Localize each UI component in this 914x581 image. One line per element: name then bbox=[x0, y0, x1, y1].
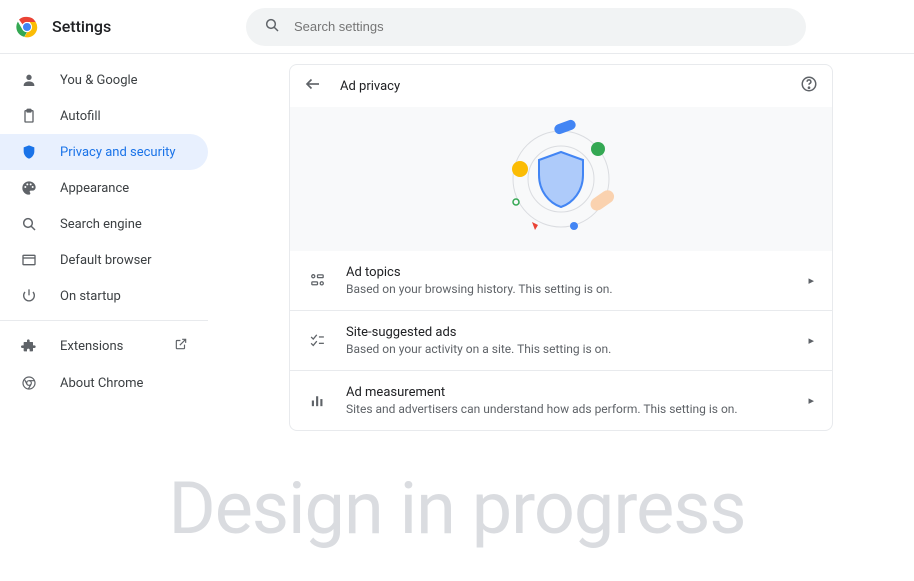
main-content: Ad privacy bbox=[208, 54, 914, 581]
topics-icon bbox=[308, 272, 326, 289]
row-ad-measurement[interactable]: Ad measurement Sites and advertisers can… bbox=[289, 371, 833, 431]
sidebar-item-search-engine[interactable]: Search engine bbox=[0, 206, 208, 242]
extension-icon bbox=[20, 338, 38, 354]
sidebar-item-appearance[interactable]: Appearance bbox=[0, 170, 208, 206]
sidebar-item-label: You & Google bbox=[60, 73, 138, 88]
card-title: Ad privacy bbox=[340, 79, 782, 94]
row-description: Based on your activity on a site. This s… bbox=[346, 342, 788, 356]
sidebar-item-default-browser[interactable]: Default browser bbox=[0, 242, 208, 278]
sidebar-item-on-startup[interactable]: On startup bbox=[0, 278, 208, 314]
help-button[interactable] bbox=[800, 75, 818, 97]
row-description: Based on your browsing history. This set… bbox=[346, 282, 788, 296]
row-text: Site-suggested ads Based on your activit… bbox=[346, 325, 788, 356]
chevron-right-icon: ▸ bbox=[808, 274, 814, 287]
search-icon bbox=[20, 216, 38, 232]
settings-card: Ad privacy bbox=[289, 64, 833, 581]
sidebar-item-label: Autofill bbox=[60, 109, 101, 124]
palette-icon bbox=[20, 180, 38, 196]
row-title: Ad measurement bbox=[346, 385, 788, 400]
row-text: Ad topics Based on your browsing history… bbox=[346, 265, 788, 296]
row-description: Sites and advertisers can understand how… bbox=[346, 402, 788, 416]
chevron-right-icon: ▸ bbox=[808, 334, 814, 347]
chevron-right-icon: ▸ bbox=[808, 394, 814, 407]
sidebar-item-label: About Chrome bbox=[60, 376, 143, 391]
chrome-logo-icon bbox=[16, 16, 38, 38]
external-link-icon bbox=[174, 337, 188, 355]
logo-title-group: Settings bbox=[16, 16, 246, 38]
page-title: Settings bbox=[52, 17, 111, 36]
sidebar: You & Google Autofill Privacy and securi… bbox=[0, 54, 208, 581]
shield-icon bbox=[20, 144, 38, 160]
browser-icon bbox=[20, 252, 38, 268]
sidebar-item-label: Appearance bbox=[60, 181, 129, 196]
sidebar-item-label: Extensions bbox=[60, 339, 123, 354]
person-icon bbox=[20, 72, 38, 88]
sidebar-item-you-and-google[interactable]: You & Google bbox=[0, 62, 208, 98]
row-ad-topics[interactable]: Ad topics Based on your browsing history… bbox=[289, 251, 833, 311]
sidebar-item-about-chrome[interactable]: About Chrome bbox=[0, 365, 208, 401]
back-button[interactable] bbox=[304, 75, 322, 97]
chrome-icon bbox=[20, 375, 38, 391]
search-box[interactable] bbox=[246, 8, 806, 46]
sidebar-item-label: Privacy and security bbox=[60, 145, 176, 160]
sidebar-separator bbox=[0, 320, 208, 321]
row-title: Site-suggested ads bbox=[346, 325, 788, 340]
sidebar-item-label: On startup bbox=[60, 289, 121, 304]
sidebar-item-privacy-security[interactable]: Privacy and security bbox=[0, 134, 208, 170]
search-icon bbox=[264, 17, 280, 37]
card-header: Ad privacy bbox=[289, 64, 833, 107]
hero-illustration bbox=[289, 107, 833, 251]
sidebar-item-extensions[interactable]: Extensions bbox=[0, 327, 208, 365]
search-input[interactable] bbox=[294, 19, 788, 34]
sidebar-item-autofill[interactable]: Autofill bbox=[0, 98, 208, 134]
clipboard-icon bbox=[20, 108, 38, 124]
power-icon bbox=[20, 288, 38, 304]
bar-chart-icon bbox=[308, 392, 326, 409]
row-text: Ad measurement Sites and advertisers can… bbox=[346, 385, 788, 416]
sidebar-item-label: Default browser bbox=[60, 253, 152, 268]
sidebar-item-label: Search engine bbox=[60, 217, 142, 232]
row-title: Ad topics bbox=[346, 265, 788, 280]
row-site-suggested-ads[interactable]: Site-suggested ads Based on your activit… bbox=[289, 311, 833, 371]
check-list-icon bbox=[308, 332, 326, 349]
app-header: Settings bbox=[0, 0, 914, 54]
